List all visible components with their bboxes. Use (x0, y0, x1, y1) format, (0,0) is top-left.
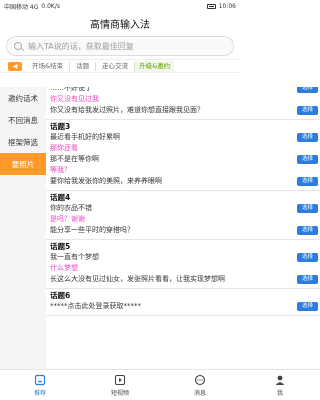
line-text: 你又没有给我发过照片，难道你想直接跟我见面？ (50, 106, 204, 114)
select-button[interactable]: 选择 (297, 204, 318, 213)
home-icon (34, 374, 46, 385)
video-icon (114, 374, 126, 385)
topic-card: 话题5 我一直有个梦想 选择 什么梦想 长这么大没有见过仙女，发张照片看看，让我实现梦想… (46, 240, 320, 289)
topic-title: 话题5 (50, 242, 71, 251)
select-button[interactable]: 选择 (297, 133, 318, 142)
nav-video[interactable]: 短视频 (80, 370, 160, 400)
reply-line: 能分享一些平时的穿搭吗？ 选择 (50, 225, 318, 236)
line-text: 你的衣品不错 (50, 204, 92, 212)
sidebar-item-no-reply[interactable]: 不回消息 (0, 109, 46, 131)
search-placeholder: 输入TA说的话，获取最佳回复 (28, 41, 134, 51)
topic-card: ……不好使了 选择 你又没有见过我 你又没有给我发过照片，难道你想直接跟我见面？ 选择 (46, 87, 320, 120)
tab-topic[interactable]: 话题 (70, 61, 97, 71)
topic-title: 话题4 (50, 193, 71, 202)
reply-line: 长这么大没有见过仙女，发张照片看看，让我实现梦想啊 选择 (50, 274, 318, 285)
line-text: 最近看手机好的好累啊 (50, 133, 120, 141)
app-title: 高情商输入法 (90, 19, 150, 31)
sidebar-item-photo[interactable]: 要照片 (0, 153, 46, 175)
search-icon (14, 42, 22, 50)
reply-line: 那不是在等你啊 选择 (50, 154, 318, 165)
select-button[interactable]: 选择 (297, 87, 318, 93)
reply-line: 要你给我发张你的美照，来养养眼啊 选择 (50, 176, 318, 187)
tab-invite[interactable]: 升级&邀约 (135, 60, 175, 72)
select-button[interactable]: 选择 (297, 106, 318, 115)
answer-line: 等我？ (50, 165, 318, 176)
topic-card: 话题4 你的衣品不错 选择 是吗？谢谢 能分享一些平时的穿搭吗？ 选择 (46, 191, 320, 240)
line-text: 什么梦想 (50, 264, 78, 272)
network-speed: 0.0K/s (41, 3, 60, 10)
bottom-nav: 推荐 短视频 消息 我 (0, 369, 320, 400)
reply-line: ……不好使了 选择 (50, 87, 318, 94)
nav-me[interactable]: 我 (240, 370, 320, 400)
reply-line: 我一直有个梦想 选择 (50, 252, 318, 263)
line-text: 能分享一些平时的穿搭吗？ (50, 226, 134, 234)
carrier-text: 中国移动 4G (4, 4, 39, 11)
line-text: 那你还看 (50, 144, 78, 152)
reply-line: 最近看手机好的好累啊 选择 (50, 132, 318, 143)
nav-label: 消息 (193, 389, 206, 397)
nav-recommend[interactable]: 推荐 (0, 370, 80, 400)
select-button[interactable]: 选择 (297, 155, 318, 164)
line-text: 我一直有个梦想 (50, 253, 99, 261)
line-text: 要你给我发张你的美照，来养养眼啊 (50, 177, 162, 185)
select-button[interactable]: 选择 (297, 226, 318, 235)
topic-title: 话题3 (50, 122, 71, 131)
app-bar: 高情商输入法 (0, 13, 240, 33)
topic-card: 话题6 *****点击此处登录获取***** 选择 (46, 289, 320, 316)
nav-label: 推荐 (33, 389, 46, 397)
back-arrow-icon[interactable]: ◀ (8, 61, 22, 71)
search-area: 输入TA说的话，获取最佳回复 (0, 33, 240, 59)
topic-list: ……不好使了 选择 你又没有见过我 你又没有给我发过照片，难道你想直接跟我见面？ 选择话… (46, 87, 320, 369)
clock: 10:06 (218, 3, 236, 10)
select-button[interactable]: 选择 (297, 302, 318, 311)
category-tabs: ◀ 开场&结束 话题 走心交流 升级&邀约 (0, 59, 240, 73)
answer-line: 什么梦想 (50, 263, 318, 274)
sidebar-item-invite[interactable]: 邀约话术 (0, 87, 46, 109)
nav-label: 短视频 (110, 389, 129, 397)
answer-line: 你又没有见过我 (50, 94, 318, 105)
select-button[interactable]: 选择 (297, 275, 318, 284)
nav-message[interactable]: 消息 (160, 370, 240, 400)
sidebar-item-frame[interactable]: 框架筛选 (0, 131, 46, 153)
line-text: 长这么大没有见过仙女，发张照片看看，让我实现梦想啊 (50, 275, 225, 283)
select-button[interactable]: 选择 (297, 253, 318, 262)
topic-title: 话题6 (50, 291, 71, 300)
line-text: ……不好使了 (50, 87, 92, 92)
topic-card: 话题3 最近看手机好的好累啊 选择 那你还看 那不是在等你啊 选择 等我？ 要你给我发张你的美… (46, 120, 320, 191)
line-text: *****点击此处登录获取***** (50, 302, 141, 310)
search-input[interactable]: 输入TA说的话，获取最佳回复 (6, 36, 234, 56)
reply-line: 你又没有给我发过照片，难道你想直接跟我见面？ 选择 (50, 105, 318, 116)
status-bar: 中国移动 4G 0.0K/s 10:06 (0, 0, 240, 13)
line-text: 你又没有见过我 (50, 95, 99, 103)
main-area: 邀约话术 不回消息 框架筛选 要照片 ……不好使了 选择 你又没有见过我 你又没有给我… (0, 87, 320, 369)
answer-line: 是吗？谢谢 (50, 214, 318, 225)
line-text: 是吗？谢谢 (50, 215, 85, 223)
tab-heart[interactable]: 走心交流 (96, 61, 136, 71)
reply-line: *****点击此处登录获取***** 选择 (50, 301, 318, 312)
message-icon (194, 374, 206, 385)
select-button[interactable]: 选择 (297, 177, 318, 186)
reply-line: 你的衣品不错 选择 (50, 203, 318, 214)
sidebar: 邀约话术 不回消息 框架筛选 要照片 (0, 87, 46, 369)
line-text: 那不是在等你啊 (50, 155, 99, 163)
answer-line: 那你还看 (50, 143, 318, 154)
nav-label: 我 (276, 389, 283, 397)
tab-opening[interactable]: 开场&结束 (26, 61, 71, 71)
line-text: 等我？ (50, 166, 71, 174)
battery-icon (206, 4, 216, 9)
person-icon (275, 375, 285, 385)
